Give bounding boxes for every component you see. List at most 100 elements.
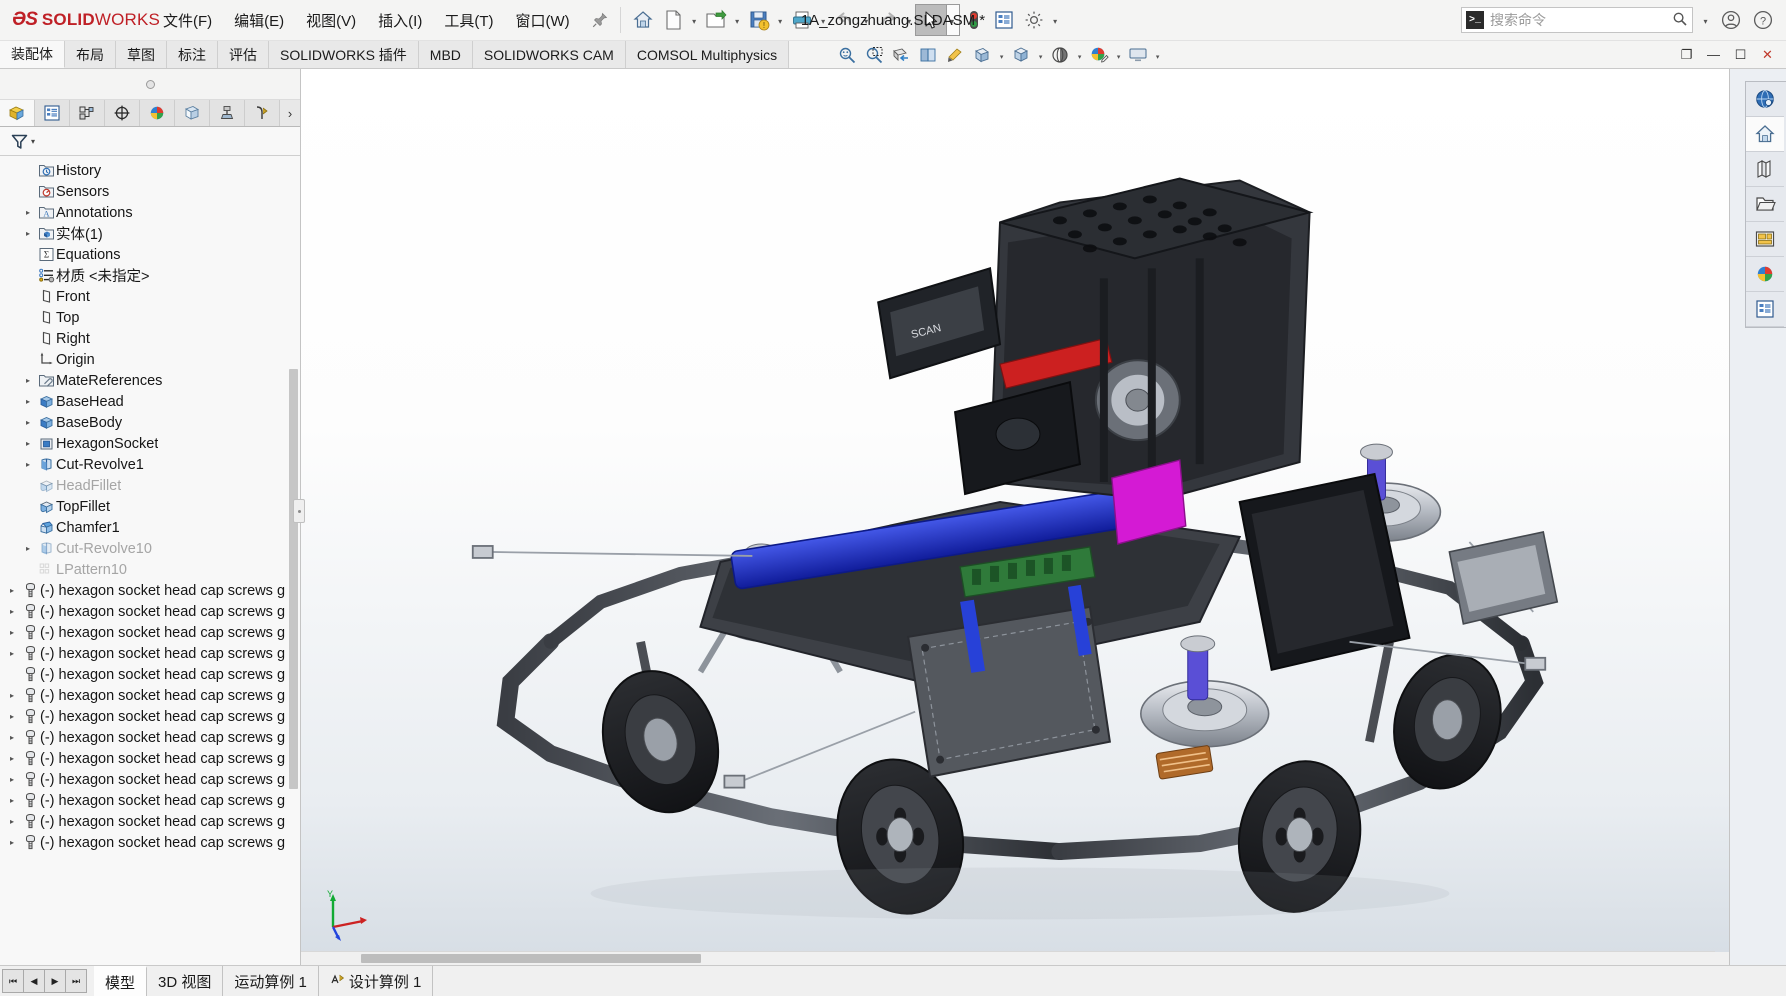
select-caret[interactable]: ▾ [944,4,960,36]
save-button[interactable]: ! [744,5,774,35]
palette-icon[interactable] [1086,43,1112,67]
display-style-icon[interactable] [942,43,968,67]
file-properties-button[interactable] [989,5,1019,35]
viewport-icon[interactable] [1125,43,1151,67]
tree-item[interactable]: Front [0,286,300,307]
scrollbar-thumb[interactable] [289,369,298,789]
search-command-box[interactable]: >_ 搜索命令 [1461,7,1693,33]
cam-feature-tree-tab[interactable] [175,100,210,126]
tree-item[interactable]: ▸ (-) hexagon socket head cap screws g [0,811,300,832]
tree-item[interactable]: HeadFillet [0,475,300,496]
save-caret[interactable]: ▾ [774,5,787,35]
zoom-fit-icon[interactable] [834,43,860,67]
tree-item[interactable]: ▸ (-) hexagon socket head cap screws g [0,727,300,748]
feature-tree-tab[interactable] [0,100,35,126]
undo-caret[interactable]: ▾ [860,5,873,35]
tree-item[interactable]: ▸ (-) hexagon socket head cap screws g [0,748,300,769]
rebuild-button[interactable] [959,5,989,35]
tab-sketch[interactable]: 草图 [116,41,167,68]
tab-solidworks-cam[interactable]: SOLIDWORKS CAM [472,41,626,68]
task-pane-resources[interactable] [1746,82,1784,117]
search-icon[interactable] [1672,11,1688,30]
graphics-horizontal-scrollbar[interactable] [301,951,1715,965]
tab-solidworks-addins[interactable]: SOLIDWORKS 插件 [269,41,419,68]
home-button[interactable] [628,5,658,35]
task-pane-library[interactable] [1746,152,1784,187]
tree-item[interactable]: ▸ Cut-Revolve1 [0,454,300,475]
filter-funnel-icon[interactable]: ▾ [6,130,39,153]
expand-chevron-icon[interactable]: ▸ [4,691,20,700]
restore-document-button[interactable]: ❐ [1678,47,1695,63]
assembly-model-3d-view[interactable]: SCAN [301,69,1729,965]
tree-item[interactable]: ▸ (-) hexagon socket head cap screws g [0,706,300,727]
tab-assembly[interactable]: 装配体 [0,41,65,68]
tab-evaluate[interactable]: 评估 [218,41,269,68]
panel-splitter-handle[interactable] [293,499,305,524]
bottom-tab-3d-views[interactable]: 3D 视图 [147,966,224,996]
print-caret[interactable]: ▾ [817,5,830,35]
tree-item[interactable]: ▸ (-) hexagon socket head cap screws g [0,601,300,622]
tree-item[interactable]: History [0,160,300,181]
tree-item[interactable]: ▸ (-) hexagon socket head cap screws g [0,580,300,601]
display-manager-tab[interactable] [140,100,175,126]
new-document-caret[interactable]: ▾ [688,5,701,35]
expand-chevron-icon[interactable]: ▸ [4,754,20,763]
task-pane-custom-properties[interactable] [1746,292,1784,327]
tree-item[interactable]: ▸ BaseBody [0,412,300,433]
expand-chevron-icon[interactable]: ▸ [20,418,36,427]
task-pane-file-explorer[interactable] [1746,187,1784,222]
expand-chevron-icon[interactable]: ▸ [4,838,20,847]
search-options-caret[interactable]: ▾ [1699,5,1712,35]
task-pane-design-library[interactable] [1746,117,1784,152]
tree-item[interactable]: TopFillet [0,496,300,517]
tree-item[interactable]: ▸ (-) hexagon socket head cap screws g [0,769,300,790]
expand-chevron-icon[interactable]: ▸ [20,460,36,469]
scrollbar-thumb[interactable] [361,954,701,963]
hide-show-icon[interactable] [969,43,995,67]
tab-layout[interactable]: 布局 [65,41,116,68]
dimxpert-manager-tab[interactable] [105,100,140,126]
expand-chevron-icon[interactable]: ▸ [20,544,36,553]
section-view-icon[interactable] [888,43,914,67]
maximize-button[interactable]: ☐ [1732,47,1749,63]
scene-caret[interactable]: ▾ [1074,43,1085,67]
open-document-button[interactable] [701,5,731,35]
expand-chevron-icon[interactable]: ▸ [20,439,36,448]
graphics-area[interactable]: SCAN Y [301,69,1729,965]
configuration-manager-tab[interactable] [70,100,105,126]
zoom-area-icon[interactable] [861,43,887,67]
tree-item[interactable]: LPattern10 [0,559,300,580]
gear-icon[interactable] [1019,5,1049,35]
tab-next-button[interactable]: ▶ [44,969,66,993]
menu-insert[interactable]: 插入(I) [367,6,433,35]
task-pane-view-palette[interactable] [1746,222,1784,257]
user-account-icon[interactable] [1718,7,1744,33]
tree-item[interactable]: Chamfer1 [0,517,300,538]
expand-chevron-icon[interactable]: ▸ [4,712,20,721]
expand-chevron-icon[interactable]: ▸ [20,376,36,385]
tree-item[interactable]: Right [0,328,300,349]
close-button[interactable]: ✕ [1759,47,1776,63]
menu-file[interactable]: 文件(F) [152,6,223,35]
expand-chevron-icon[interactable]: ▸ [4,649,20,658]
undo-button[interactable] [830,5,860,35]
tree-item[interactable]: Sensors [0,181,300,202]
tree-item[interactable]: ▸ MateReferences [0,370,300,391]
expand-chevron-icon[interactable]: ▸ [4,775,20,784]
feature-tree[interactable]: History Sensors ▸ A Annotations ▸ 实体(1) Σ Equati… [0,156,300,965]
menu-window[interactable]: 窗口(W) [504,6,580,35]
tree-item[interactable]: ▸ Cut-Revolve10 [0,538,300,559]
select-button[interactable] [914,4,947,36]
task-pane-appearances[interactable] [1746,257,1784,292]
expand-chevron-icon[interactable]: ▸ [4,796,20,805]
viewport-caret[interactable]: ▾ [1152,43,1163,67]
minimize-button[interactable]: — [1705,47,1722,62]
new-document-button[interactable] [658,5,688,35]
expand-chevron-icon[interactable]: ▸ [4,733,20,742]
feature-tree-scrollbar[interactable] [289,369,298,789]
property-manager-tab[interactable] [35,100,70,126]
redo-caret[interactable]: ▾ [903,5,916,35]
hide-show-caret[interactable]: ▾ [996,43,1007,67]
palette-caret[interactable]: ▾ [1113,43,1124,67]
tab-last-button[interactable]: ⏭ [65,969,87,993]
